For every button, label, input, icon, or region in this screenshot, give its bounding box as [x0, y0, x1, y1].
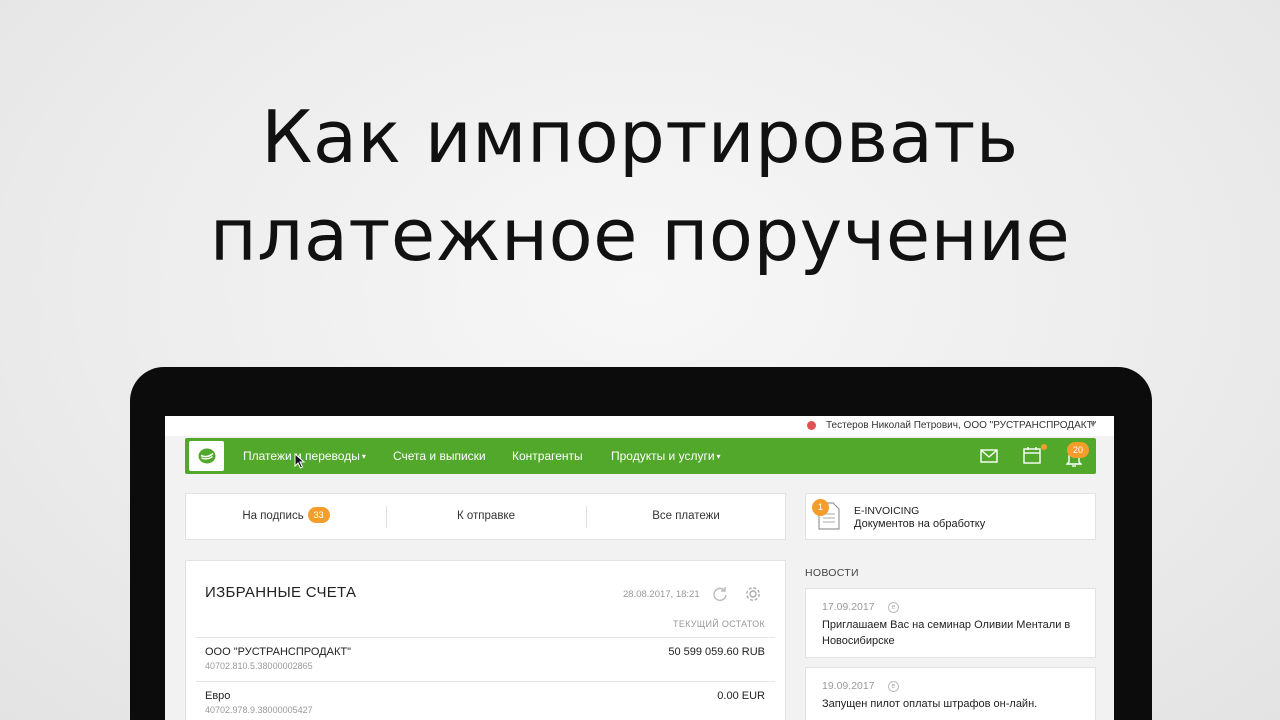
logo-icon — [198, 448, 216, 464]
einvoicing-widget[interactable]: 1 E-INVOICING Документов на обработку — [805, 493, 1096, 540]
account-row[interactable]: Евро 40702.978.9.38000005427 0.00 EUR — [196, 681, 775, 720]
favorite-accounts-card: ИЗБРАННЫЕ СЧЕТА 28.08.2017, 18:21 ТЕКУЩИ… — [185, 560, 786, 720]
news-date: 19.09.2017 — [822, 680, 875, 692]
account-number: 40702.810.5.38000002865 — [205, 661, 313, 671]
einvoicing-title: E-INVOICING — [854, 505, 920, 517]
info-icon: e — [888, 602, 899, 613]
tab-all-payments-label: Все платежи — [652, 510, 720, 522]
tab-to-send-label: К отправке — [457, 510, 515, 522]
news-title: НОВОСТИ — [805, 567, 859, 579]
news-date: 17.09.2017 — [822, 601, 875, 613]
nav-item-counterparties[interactable]: Контрагенты — [512, 449, 583, 463]
chevron-down-icon: ▾ — [361, 452, 366, 461]
app-screen: Тестеров Николай Петрович, ООО "РУСТРАНС… — [165, 416, 1114, 720]
accounts-title: ИЗБРАННЫЕ СЧЕТА — [205, 584, 357, 601]
account-balance: 0.00 EUR — [717, 690, 765, 702]
calendar-indicator-dot — [1041, 444, 1047, 450]
notifications-badge: 20 — [1067, 442, 1089, 458]
account-number: 40702.978.9.38000005427 — [205, 705, 313, 715]
mail-icon[interactable] — [980, 449, 998, 463]
news-text: Запущен пилот оплаты штрафов он-лайн. — [822, 698, 1038, 710]
account-name: Евро — [205, 690, 231, 702]
user-menu[interactable]: Тестеров Николай Петрович, ООО "РУСТРАНС… — [826, 420, 1096, 431]
account-row[interactable]: ООО "РУСТРАНСПРОДАКТ" 40702.810.5.380000… — [196, 637, 775, 681]
tab-to-sign[interactable]: На подпись 33 — [186, 494, 386, 539]
account-name: ООО "РУСТРАНСПРОДАКТ" — [205, 646, 351, 658]
tab-all-payments[interactable]: Все платежи — [586, 494, 786, 539]
mouse-cursor-icon — [294, 453, 306, 469]
payment-tabs: На подпись 33 К отправке Все платежи — [185, 493, 786, 540]
user-menu-caret-icon[interactable]: ▼ — [1089, 420, 1097, 429]
news-item[interactable]: 19.09.2017 e Запущен пилот оплаты штрафо… — [805, 667, 1096, 720]
account-balance: 50 599 059.60 RUB — [668, 646, 765, 658]
tab-to-sign-badge: 33 — [307, 507, 330, 523]
chevron-down-icon: ▾ — [716, 452, 721, 461]
nav-item-accounts[interactable]: Счета и выписки — [393, 449, 486, 463]
info-icon: e — [888, 681, 899, 692]
nav-item-products[interactable]: Продукты и услуги ▾ — [611, 449, 721, 463]
status-dot — [807, 421, 816, 430]
tab-to-send[interactable]: К отправке — [386, 494, 586, 539]
main-nav: Платежи и переводы ▾ Счета и выписки Конт… — [185, 438, 1096, 474]
gear-icon[interactable] — [744, 585, 762, 603]
balance-column-header: ТЕКУЩИЙ ОСТАТОК — [673, 619, 765, 629]
einvoicing-badge: 1 — [812, 499, 829, 516]
calendar-icon[interactable] — [1023, 446, 1041, 464]
news-text: Приглашаем Вас на семинар Оливии Ментали… — [822, 619, 1071, 647]
refresh-icon[interactable] — [712, 586, 728, 602]
nav-item-counterparties-label: Контрагенты — [512, 449, 583, 463]
headline-line-2: платежное поручение — [209, 193, 1071, 277]
headline-line-1: Как импортировать — [261, 95, 1019, 179]
einvoicing-subtitle: Документов на обработку — [854, 518, 986, 530]
user-bar: Тестеров Николай Петрович, ООО "РУСТРАНС… — [165, 416, 1114, 436]
news-item[interactable]: 17.09.2017 e Приглашаем Вас на семинар О… — [805, 588, 1096, 658]
nav-item-products-label: Продукты и услуги — [611, 449, 715, 463]
nav-item-accounts-label: Счета и выписки — [393, 449, 486, 463]
page-headline: Как импортировать платежное поручение — [0, 88, 1280, 284]
tab-to-sign-label: На подпись — [242, 510, 304, 522]
bank-logo[interactable] — [189, 441, 224, 471]
accounts-updated-time: 28.08.2017, 18:21 — [623, 589, 700, 600]
